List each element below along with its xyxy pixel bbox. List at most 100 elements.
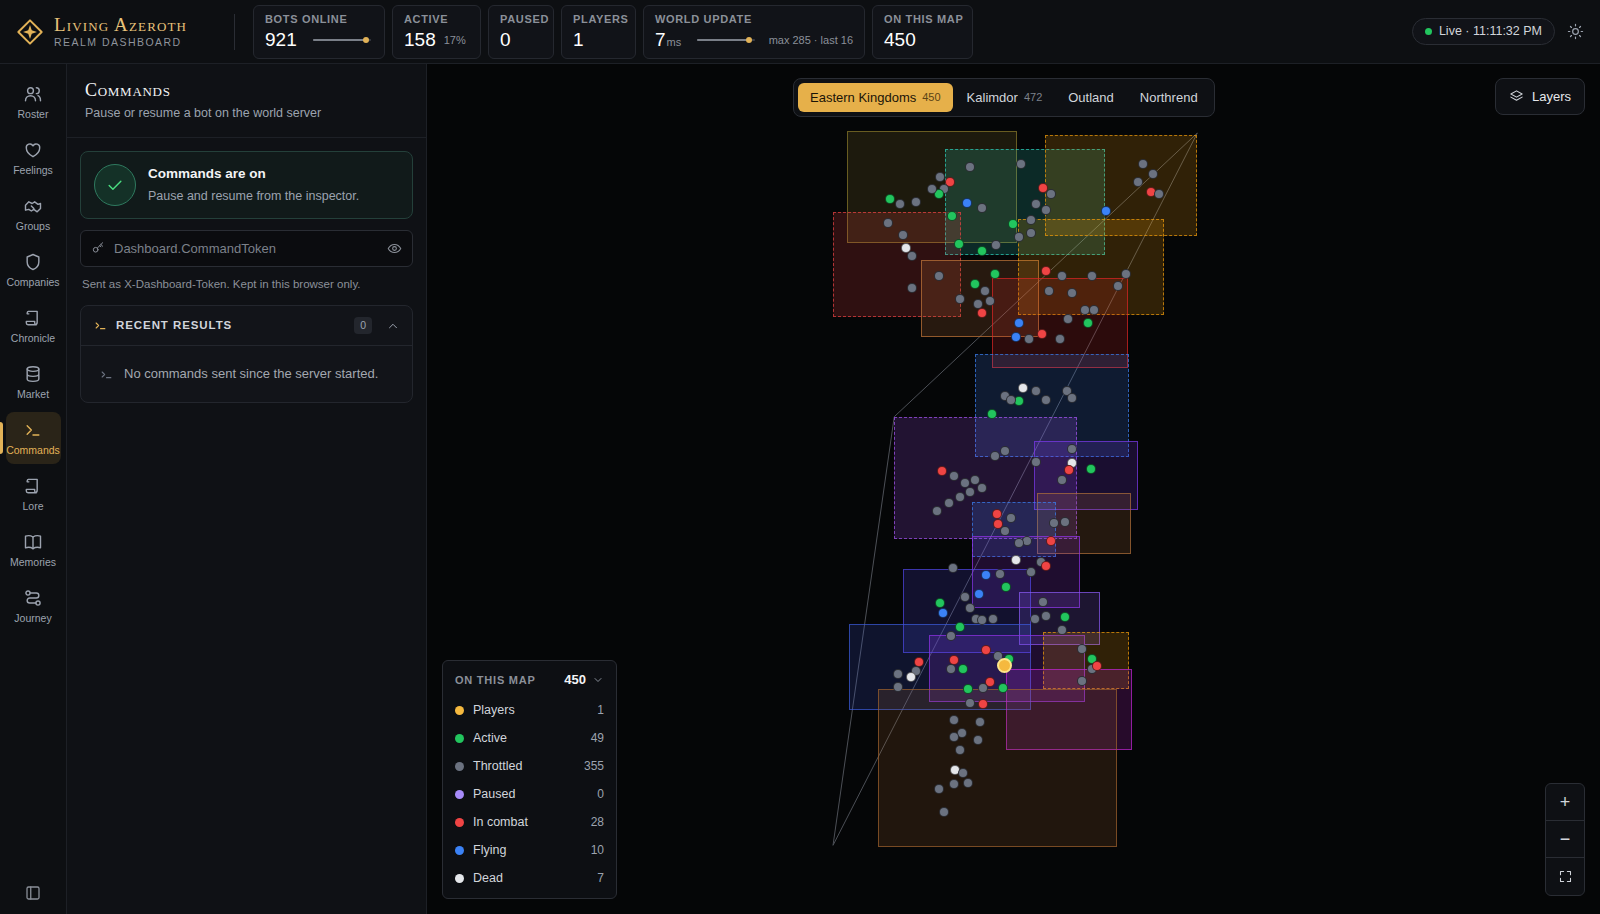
bot-pin[interactable] xyxy=(1041,611,1051,621)
bot-pin[interactable] xyxy=(958,664,968,674)
bot-pin[interactable] xyxy=(1057,625,1067,635)
eye-icon[interactable] xyxy=(387,241,402,256)
bot-pin[interactable] xyxy=(1006,513,1016,523)
bot-pin[interactable] xyxy=(1067,288,1077,298)
bot-pin[interactable] xyxy=(1026,567,1036,577)
bot-pin[interactable] xyxy=(1030,614,1040,624)
bot-pin[interactable] xyxy=(955,492,965,502)
fullscreen-button[interactable] xyxy=(1546,858,1584,895)
stat-note: max 285 · last 16 xyxy=(769,32,853,49)
bot-pin[interactable] xyxy=(1014,232,1024,242)
bot-pin[interactable] xyxy=(1121,269,1131,279)
legend-count: 355 xyxy=(584,757,604,775)
bot-pin[interactable] xyxy=(963,684,973,694)
map-tab[interactable]: Northrend xyxy=(1128,83,1210,112)
bot-pin[interactable] xyxy=(1057,475,1067,485)
sidebar-item[interactable]: Companies xyxy=(6,244,61,296)
bot-pin[interactable] xyxy=(932,506,942,516)
results-count: 0 xyxy=(354,317,372,335)
results-header[interactable]: RECENT RESULTS0 xyxy=(81,306,412,346)
bot-pin[interactable] xyxy=(1026,215,1036,225)
bot-pin[interactable] xyxy=(965,487,975,497)
bot-pin[interactable] xyxy=(1008,219,1018,229)
bot-pin[interactable] xyxy=(988,614,998,624)
bot-pin[interactable] xyxy=(937,466,947,476)
bot-pin[interactable] xyxy=(1014,318,1024,328)
bot-pin[interactable] xyxy=(1016,159,1026,169)
bot-pin[interactable] xyxy=(958,768,968,778)
bot-pin[interactable] xyxy=(1086,464,1096,474)
bot-pin[interactable] xyxy=(1083,318,1093,328)
bot-pin[interactable] xyxy=(883,218,893,228)
bot-pin[interactable] xyxy=(992,509,1002,519)
legend-label: In combat xyxy=(473,813,582,832)
bot-pin[interactable] xyxy=(938,608,948,618)
map-tab[interactable]: Eastern Kingdoms450 xyxy=(798,83,953,112)
bot-pin[interactable] xyxy=(987,409,997,419)
legend-label: Active xyxy=(473,729,582,748)
bot-pin[interactable] xyxy=(1077,676,1087,686)
bot-pin[interactable] xyxy=(1055,334,1065,344)
bot-pin[interactable] xyxy=(955,622,965,632)
bot-pin[interactable] xyxy=(1026,228,1036,238)
selected-indicator xyxy=(0,422,3,454)
bot-pin[interactable] xyxy=(955,745,965,755)
bot-pin[interactable] xyxy=(1031,457,1041,467)
bot-pin[interactable] xyxy=(1154,189,1164,199)
sidebar-item[interactable]: Chronicle xyxy=(6,300,61,352)
sidebar-toggle-icon[interactable] xyxy=(24,884,42,902)
sidebar-item[interactable]: Market xyxy=(6,356,61,408)
sidebar-item[interactable]: Feelings xyxy=(6,132,61,184)
legend-count: 0 xyxy=(597,785,604,803)
zoom-out-button[interactable]: − xyxy=(1546,821,1584,858)
bot-pin[interactable] xyxy=(970,279,980,289)
sidebar-item[interactable]: Groups xyxy=(6,188,61,240)
bot-pin[interactable] xyxy=(1041,205,1051,215)
zoom-in-button[interactable]: + xyxy=(1546,784,1584,821)
sun-icon[interactable] xyxy=(1567,23,1584,40)
bot-pin[interactable] xyxy=(1138,159,1148,169)
bot-pin[interactable] xyxy=(963,778,973,788)
legend-header[interactable]: ON THIS MAP450 xyxy=(455,669,604,691)
bot-pin[interactable] xyxy=(1064,465,1074,475)
bot-pin[interactable] xyxy=(934,271,944,281)
bot-pin[interactable] xyxy=(977,308,987,318)
bot-pin[interactable] xyxy=(1092,661,1102,671)
bot-pin[interactable] xyxy=(981,570,991,580)
bot-pin[interactable] xyxy=(977,203,987,213)
bot-pin[interactable] xyxy=(907,283,917,293)
bot-pin[interactable] xyxy=(907,251,917,261)
bot-pin[interactable] xyxy=(1006,395,1016,405)
sidebar-item[interactable]: Journey xyxy=(6,580,61,632)
sidebar-item[interactable]: Lore xyxy=(6,468,61,520)
sidebar-item[interactable]: Memories xyxy=(6,524,61,576)
sidebar-item[interactable]: Commands xyxy=(6,412,61,464)
bot-pin[interactable] xyxy=(955,294,965,304)
bot-pin[interactable] xyxy=(939,807,949,817)
bot-pin[interactable] xyxy=(977,615,987,625)
layers-button[interactable]: Layers xyxy=(1495,78,1585,115)
bot-pin[interactable] xyxy=(965,603,975,613)
bot-pin[interactable] xyxy=(960,592,970,602)
map-tab[interactable]: Kalimdor472 xyxy=(955,83,1055,112)
map-tab[interactable]: Outland xyxy=(1056,83,1126,112)
bot-pin[interactable] xyxy=(1014,538,1024,548)
bot-pin[interactable] xyxy=(906,672,916,682)
bot-pin[interactable] xyxy=(1063,314,1073,324)
bot-pin[interactable] xyxy=(1113,281,1123,291)
bot-pin[interactable] xyxy=(1011,555,1021,565)
bot-pin[interactable] xyxy=(990,451,1000,461)
bot-pin[interactable] xyxy=(1041,561,1051,571)
bot-pin[interactable] xyxy=(1057,271,1067,281)
bot-pin[interactable] xyxy=(1089,305,1099,315)
sidebar-item[interactable]: Roster xyxy=(6,76,61,128)
live-dot xyxy=(1425,28,1432,35)
token-input[interactable] xyxy=(114,239,378,259)
bot-pin[interactable] xyxy=(954,239,964,249)
bot-pin[interactable] xyxy=(965,162,975,172)
bot-pin[interactable] xyxy=(1011,332,1021,342)
bot-pin[interactable] xyxy=(1060,612,1070,622)
bot-pin[interactable] xyxy=(1060,517,1070,527)
bot-pin[interactable] xyxy=(975,717,985,727)
bot-pin[interactable] xyxy=(1018,383,1028,393)
